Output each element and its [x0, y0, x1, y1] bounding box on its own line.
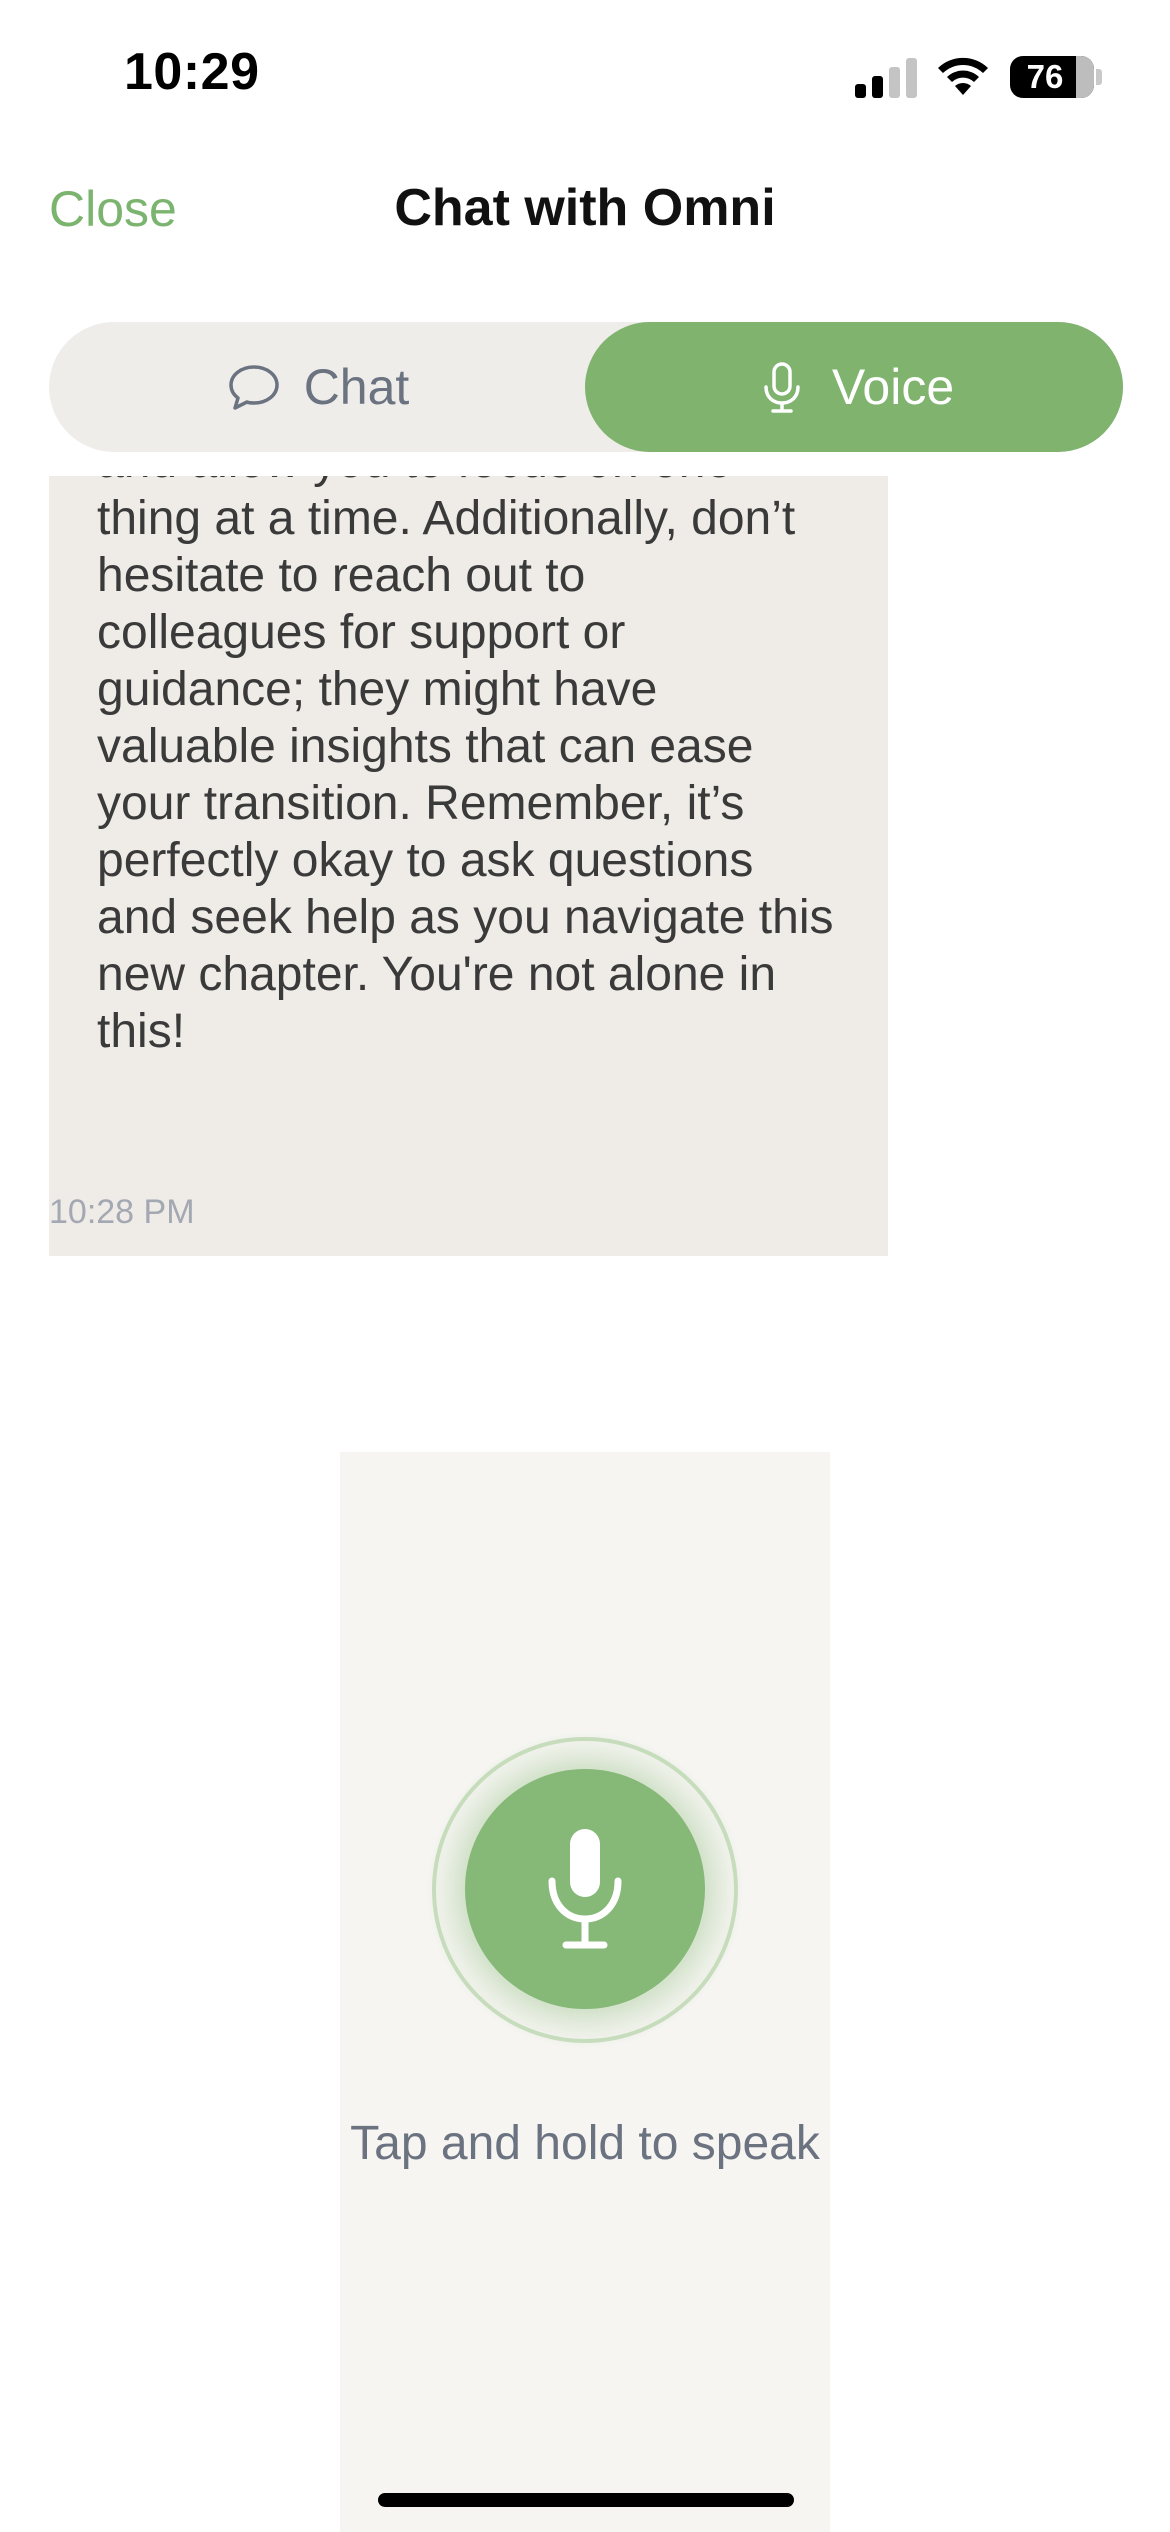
home-indicator[interactable]: [378, 2493, 794, 2507]
microphone-icon: [548, 1829, 622, 1949]
wifi-icon: [938, 57, 988, 95]
tab-chat-label: Chat: [303, 359, 410, 415]
page-title: Chat with Omni: [394, 179, 776, 237]
mode-switcher: Chat Voice: [49, 322, 1123, 452]
message-list[interactable]: everything feel less overwhelming and al…: [0, 476, 1170, 1256]
record-button[interactable]: [465, 1769, 705, 2009]
tab-chat[interactable]: Chat: [49, 322, 586, 452]
battery-icon: 76: [1010, 56, 1094, 98]
voice-hint: Tap and hold to speak: [350, 2117, 820, 2170]
message-timestamp: 10:28 PM: [49, 1193, 195, 1231]
tab-voice[interactable]: Voice: [585, 322, 1123, 452]
tab-voice-label: Voice: [831, 359, 955, 415]
battery-cap: [1096, 69, 1102, 85]
speech-bubble-icon: [228, 365, 279, 410]
battery-level: 76: [1026, 58, 1064, 95]
microphone-icon: [764, 362, 800, 413]
status-bar: 10:29 76: [0, 0, 1170, 150]
status-time: 10:29: [124, 43, 260, 101]
signal-icon: [855, 58, 917, 98]
assistant-message-text: everything feel less overwhelming and al…: [97, 476, 834, 1058]
